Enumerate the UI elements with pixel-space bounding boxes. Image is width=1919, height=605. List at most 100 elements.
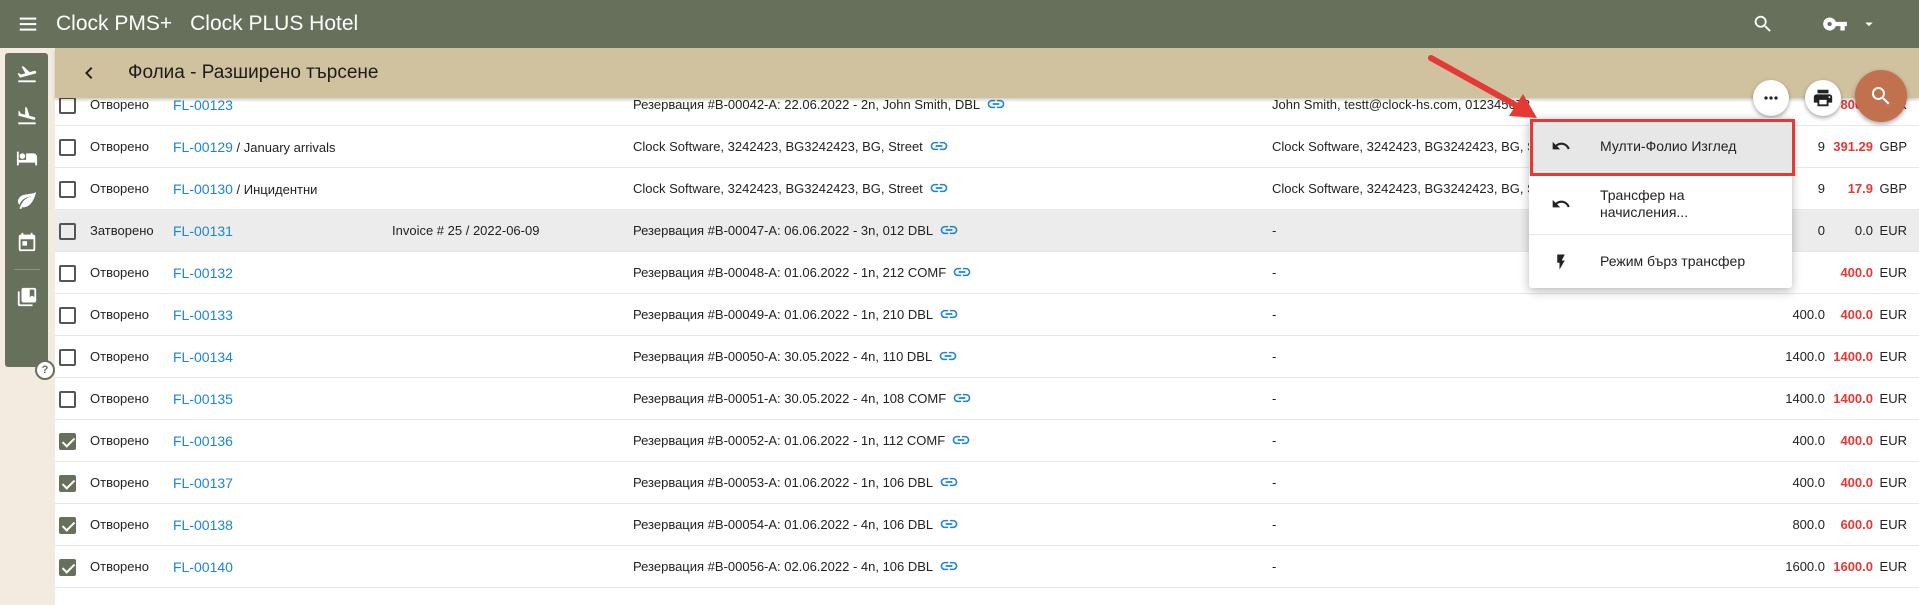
folio-link[interactable]: FL-00132 — [173, 265, 233, 281]
row-checkbox[interactable] — [59, 139, 76, 156]
key-icon[interactable] — [1811, 0, 1859, 48]
reservation-text[interactable]: Резервация #B-00054-A: 01.06.2022 - 4n, … — [633, 517, 933, 532]
status-text: Отворено — [90, 517, 149, 532]
reservation-text[interactable]: Резервация #B-00048-A: 01.06.2022 - 1n, … — [633, 265, 946, 280]
folio-link[interactable]: FL-00138 — [173, 517, 233, 533]
folio-cell: FL-00137 — [173, 462, 233, 504]
row-checkbox[interactable] — [59, 223, 76, 240]
link-icon[interactable] — [929, 169, 949, 211]
folio-link[interactable]: FL-00131 — [173, 223, 233, 239]
folio-cell: FL-00136 — [173, 420, 233, 462]
row-checkbox[interactable] — [59, 98, 76, 114]
currency-text: EUR — [1879, 475, 1907, 490]
folio-link[interactable]: FL-00123 — [173, 98, 233, 113]
calendar-icon[interactable] — [5, 221, 48, 263]
currency-text: EUR — [1879, 265, 1907, 280]
rail-divider — [13, 269, 40, 270]
row-checkbox[interactable] — [59, 391, 76, 408]
link-icon[interactable] — [951, 421, 971, 463]
row-checkbox[interactable] — [59, 433, 76, 450]
folio-link[interactable]: FL-00133 — [173, 307, 233, 323]
printer-icon[interactable] — [1805, 80, 1841, 116]
link-icon[interactable] — [952, 253, 972, 295]
reservation-text[interactable]: Резервация #B-00053-A: 01.06.2022 - 1n, … — [633, 475, 933, 490]
hotel-title[interactable]: Clock PLUS Hotel — [190, 12, 358, 36]
folio-link[interactable]: FL-00134 — [173, 349, 233, 365]
invoice-text[interactable]: Invoice # 25 / 2022-06-09 — [392, 210, 539, 252]
row-checkbox[interactable] — [59, 265, 76, 282]
table-row[interactable]: Отворено FL-00138 Резервация #B-00054-A: 0… — [55, 504, 1919, 546]
reservation-text[interactable]: Резервация #B-00052-A: 01.06.2022 - 1n, … — [633, 433, 945, 448]
folio-link[interactable]: FL-00136 — [173, 433, 233, 449]
search-icon[interactable] — [1739, 0, 1787, 48]
annotation-arrow — [1428, 55, 1537, 118]
reservation-text[interactable]: Clock Software, 3242423, BG3242423, BG, … — [633, 139, 923, 154]
reservation-text[interactable]: Резервация #B-00047-A: 06.06.2022 - 3n, … — [633, 223, 933, 238]
more-horizontal-icon[interactable] — [1753, 80, 1789, 116]
reservation-text[interactable]: Резервация #B-00042-A: 22.06.2022 - 2n, … — [633, 98, 980, 112]
amount-text: 400.0 — [1792, 475, 1825, 490]
row-checkbox[interactable] — [59, 181, 76, 198]
row-checkbox[interactable] — [59, 559, 76, 576]
folio-link[interactable]: FL-00135 — [173, 391, 233, 407]
reservation-text[interactable]: Резервация #B-00051-A: 30.05.2022 - 4n, … — [633, 391, 946, 406]
hamburger-menu-icon[interactable] — [0, 0, 56, 48]
link-icon[interactable] — [939, 463, 959, 505]
balance-text: 17.9 — [1847, 181, 1873, 196]
folio-cell: FL-00132 — [173, 252, 233, 294]
menu-item-multi-folio-view[interactable]: Мулти-Фолио Изглед — [1529, 118, 1792, 174]
folio-link[interactable]: FL-00130 — [173, 181, 233, 197]
currency-text: GBP — [1879, 139, 1907, 154]
reservation-text[interactable]: Резервация #B-00049-A: 01.06.2022 - 1n, … — [633, 307, 933, 322]
table-row[interactable]: Отворено FL-00133 Резервация #B-00049-A: 0… — [55, 294, 1919, 336]
folio-link[interactable]: FL-00137 — [173, 475, 233, 491]
link-icon[interactable] — [952, 379, 972, 421]
undo-icon — [1551, 194, 1571, 214]
bed-icon[interactable] — [5, 137, 48, 179]
table-row[interactable]: Отворено FL-00135 Резервация #B-00051-A: 3… — [55, 378, 1919, 420]
amount-text: 1400.0 — [1785, 349, 1825, 364]
table-row[interactable]: Отворено FL-00137 Резервация #B-00053-A: 0… — [55, 462, 1919, 504]
status-text: Отворено — [90, 181, 149, 196]
link-icon[interactable] — [939, 211, 959, 253]
link-icon[interactable] — [986, 98, 1006, 127]
link-icon[interactable] — [938, 337, 958, 379]
link-icon[interactable] — [929, 127, 949, 169]
row-checkbox[interactable] — [59, 475, 76, 492]
arrivals-icon[interactable] — [5, 95, 48, 137]
app-title: Clock PMS+ — [56, 12, 173, 35]
reservation-cell: Резервация #B-00053-A: 01.06.2022 - 1n, … — [633, 462, 959, 504]
arrow-back-icon[interactable] — [65, 48, 113, 98]
folio-cell: FL-00129 / January arrivals — [173, 126, 336, 168]
balance-text: 400.0 — [1840, 265, 1873, 280]
menu-item-quick-transfer-mode[interactable]: Режим бърз трансфер — [1529, 234, 1792, 288]
folio-cell: FL-00131 — [173, 210, 233, 252]
table-row[interactable]: Отворено FL-00140 Резервация #B-00056-A: 0… — [55, 546, 1919, 588]
amount-text: 400.0 — [1792, 433, 1825, 448]
chevron-down-icon[interactable] — [1859, 0, 1879, 48]
leaf-icon[interactable] — [5, 179, 48, 221]
departures-icon[interactable] — [5, 53, 48, 95]
help-icon[interactable]: ? — [35, 360, 55, 380]
table-row[interactable]: Отворено FL-00136 Резервация #B-00052-A: 0… — [55, 420, 1919, 462]
bookmark-icon[interactable] — [5, 276, 48, 318]
link-icon[interactable] — [939, 295, 959, 337]
reservation-text[interactable]: Резервация #B-00056-A: 02.06.2022 - 4n, … — [633, 559, 933, 574]
reservation-text[interactable]: Clock Software, 3242423, BG3242423, BG, … — [633, 181, 923, 196]
row-checkbox[interactable] — [59, 307, 76, 324]
status-text: Отворено — [90, 265, 149, 280]
search-fab[interactable] — [1855, 70, 1907, 122]
row-checkbox[interactable] — [59, 517, 76, 534]
table-row[interactable]: Отворено FL-00134 Резервация #B-00050-A: 3… — [55, 336, 1919, 378]
link-icon[interactable] — [939, 547, 959, 589]
link-icon[interactable] — [939, 505, 959, 547]
row-checkbox[interactable] — [59, 349, 76, 366]
lightning-icon — [1551, 252, 1571, 272]
folio-group-name: / January arrivals — [232, 140, 336, 155]
balance-text: 391.29 — [1833, 139, 1873, 154]
reservation-text[interactable]: Резервация #B-00050-A: 30.05.2022 - 4n, … — [633, 349, 932, 364]
menu-item-transfer-charges[interactable]: Трансфер на начисления... — [1529, 176, 1792, 232]
balance-text: 1400.0 — [1833, 391, 1873, 406]
folio-link[interactable]: FL-00129 — [173, 139, 233, 155]
folio-link[interactable]: FL-00140 — [173, 559, 233, 575]
